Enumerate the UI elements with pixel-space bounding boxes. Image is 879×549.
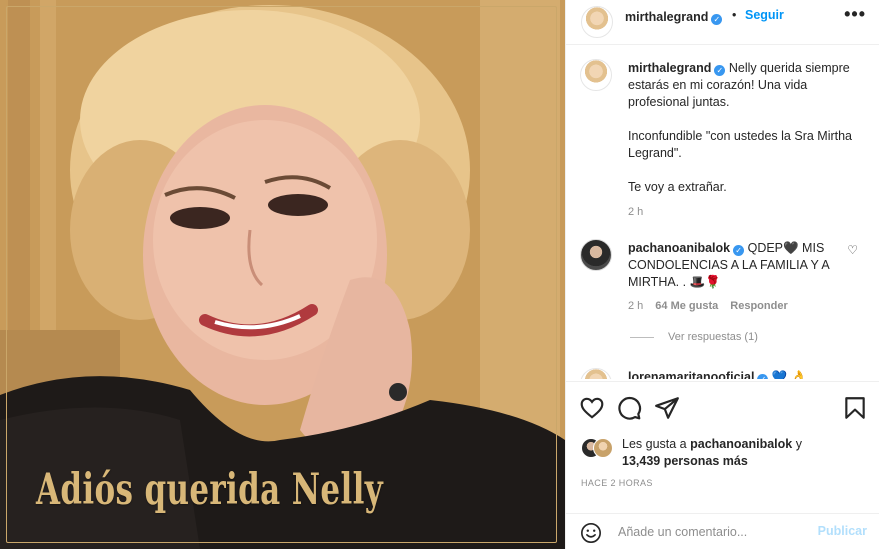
reply-button[interactable]: Responder <box>730 300 787 312</box>
photo-caption: Adiós querida Nelly <box>36 465 384 515</box>
replies-divider <box>630 336 654 338</box>
author-name-row: mirthalegrand ✓ <box>625 8 723 26</box>
caption-time[interactable]: 2 h <box>628 204 868 221</box>
comment-likes[interactable]: 64 Me gusta <box>655 300 718 312</box>
comment-body: 💙 👌 <box>771 370 807 379</box>
liker-avatar[interactable] <box>593 438 613 458</box>
author-avatar[interactable] <box>581 6 613 38</box>
caption-line: Inconfundible "con ustedes la Sra Mirtha… <box>628 129 853 160</box>
share-paper-plane-icon[interactable] <box>654 395 680 421</box>
likes-and: y <box>795 437 802 451</box>
likes-prefix: Les gusta a <box>622 437 687 451</box>
comment-time[interactable]: 2 h <box>628 300 643 312</box>
emoji-icon[interactable] <box>580 522 602 544</box>
comment-meta: 2 h 64 Me gusta Responder <box>628 298 854 315</box>
comment-text: lorenamaritanooficial✓ 💙 👌 <box>628 369 868 379</box>
follow-button[interactable]: Seguir <box>745 8 784 22</box>
like-comment-heart-icon[interactable]: ♡ <box>847 243 858 257</box>
caption-author-avatar[interactable] <box>580 59 612 91</box>
post-side-panel: mirthalegrand ✓ • Seguir ••• mirthalegran… <box>565 0 879 549</box>
commenter-avatar[interactable] <box>580 368 612 379</box>
commenter-username[interactable]: lorenamaritanooficial <box>628 370 754 379</box>
post-image[interactable]: Adiós querida Nelly <box>0 0 565 549</box>
publish-button[interactable]: Publicar <box>818 524 867 538</box>
add-comment-input[interactable] <box>618 525 808 539</box>
post-timestamp[interactable]: HACE 2 HORAS <box>581 478 653 488</box>
verified-icon: ✓ <box>714 65 726 76</box>
post-header: mirthalegrand ✓ • Seguir ••• <box>566 0 879 45</box>
post-actions-section: Les gusta a pachanoanibalok y 13,439 per… <box>566 381 879 549</box>
comment-text: pachanoanibalok ✓ QDEP🖤 MIS CONDOLENCIAS … <box>628 240 854 315</box>
comments-list[interactable]: mirthalegrand ✓ Nelly querida siempre est… <box>566 46 879 379</box>
likes-others[interactable]: 13,439 personas más <box>622 454 748 468</box>
add-comment-bar: Publicar <box>566 513 879 549</box>
header-separator: • <box>732 8 737 22</box>
view-replies-label: Ver respuestas (1) <box>668 331 758 343</box>
commenter-avatar[interactable] <box>580 239 612 271</box>
caption-author-username[interactable]: mirthalegrand <box>628 61 711 75</box>
author-username[interactable]: mirthalegrand <box>625 10 708 24</box>
caption-text: mirthalegrand ✓ Nelly querida siempre est… <box>628 60 868 221</box>
likes-user[interactable]: pachanoanibalok <box>690 437 792 451</box>
likers-avatars <box>581 438 621 460</box>
more-options-icon[interactable]: ••• <box>844 4 866 25</box>
caption-line: Te voy a extrañar. <box>628 180 727 194</box>
like-heart-icon[interactable] <box>579 395 605 421</box>
save-bookmark-icon[interactable] <box>842 395 868 421</box>
view-replies-button[interactable]: Ver respuestas (1) <box>630 331 758 343</box>
caption-comment: mirthalegrand ✓ Nelly querida siempre est… <box>580 59 868 229</box>
likes-summary: Les gusta a pachanoanibalok y 13,439 per… <box>622 436 802 470</box>
verified-icon: ✓ <box>733 245 745 256</box>
comment-item: lorenamaritanooficial✓ 💙 👌 <box>580 368 868 379</box>
commenter-username[interactable]: pachanoanibalok <box>628 241 730 255</box>
verified-icon: ✓ <box>711 14 723 25</box>
verified-icon: ✓ <box>757 374 769 379</box>
comment-bubble-icon[interactable] <box>616 395 642 421</box>
